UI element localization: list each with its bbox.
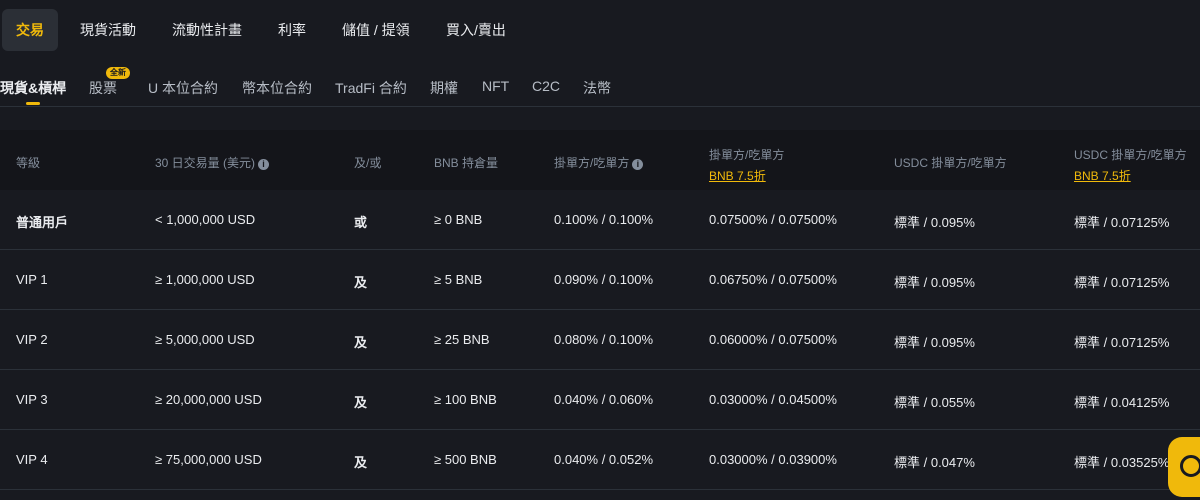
bnb-discount-link[interactable]: BNB 7.5折 — [709, 167, 784, 184]
cell-and-or: 及 — [354, 455, 368, 470]
cell-usdc-maker-taker-bnb: 標準 / 0.07125% — [1074, 335, 1170, 350]
subtab-nft[interactable]: NFT — [482, 78, 509, 94]
cell-volume: ≥ 1,000,000 USD — [155, 272, 255, 287]
cell-maker-taker-bnb: 0.03000% / 0.03900% — [709, 452, 837, 467]
cell-maker-taker: 0.040% / 0.060% — [554, 392, 654, 407]
page: 交易 現貨活動 流動性計畫 利率 儲值 / 提領 買入/賣出 現貨&槓桿 股票 … — [0, 0, 1200, 500]
header-usdc-maker-taker-bnb: USDC 掛單方/吃單方 BNB 7.5折 — [1074, 146, 1187, 184]
cell-usdc-maker-taker-bnb: 標準 / 0.07125% — [1074, 275, 1170, 290]
subtab-usdm-futures[interactable]: U 本位合約 — [148, 78, 218, 98]
headset-icon — [1180, 455, 1200, 477]
header-level: 等級 — [16, 156, 41, 170]
cell-volume: < 1,000,000 USD — [155, 212, 256, 227]
cell-level: VIP 3 — [16, 392, 48, 407]
table-row: VIP 3 ≥ 20,000,000 USD 及 ≥ 100 BNB 0.040… — [0, 370, 1200, 430]
cell-bnb-holding: ≥ 25 BNB — [434, 332, 490, 347]
table-row: VIP 2 ≥ 5,000,000 USD 及 ≥ 25 BNB 0.080% … — [0, 310, 1200, 370]
subtab-stocks[interactable]: 股票 — [89, 78, 117, 98]
cell-level: VIP 2 — [16, 332, 48, 347]
cell-maker-taker-bnb: 0.06000% / 0.07500% — [709, 332, 837, 347]
tab-interest-rate[interactable]: 利率 — [278, 9, 306, 51]
cell-usdc-maker-taker: 標準 / 0.055% — [894, 395, 975, 410]
table-row: VIP 1 ≥ 1,000,000 USD 及 ≥ 5 BNB 0.090% /… — [0, 250, 1200, 310]
cell-maker-taker-bnb: 0.07500% / 0.07500% — [709, 212, 837, 227]
info-icon[interactable]: i — [258, 159, 270, 170]
header-volume-label: 30 日交易量 (美元) — [155, 156, 256, 170]
tab-liquidity-program[interactable]: 流動性計畫 — [172, 9, 242, 51]
cell-level: VIP 1 — [16, 272, 48, 287]
cell-usdc-maker-taker-bnb: 標準 / 0.07125% — [1074, 215, 1170, 230]
cell-volume: ≥ 75,000,000 USD — [155, 452, 262, 467]
cell-bnb-holding: ≥ 0 BNB — [434, 212, 483, 227]
sub-tabs: 現貨&槓桿 股票 全新 U 本位合約 幣本位合約 TradFi 合約 期權 NF… — [0, 62, 1200, 107]
cell-maker-taker: 0.080% / 0.100% — [554, 332, 654, 347]
support-button[interactable] — [1168, 437, 1200, 497]
cell-usdc-maker-taker: 標準 / 0.095% — [894, 335, 975, 350]
table-row: 普通用戶 < 1,000,000 USD 或 ≥ 0 BNB 0.100% / … — [0, 190, 1200, 250]
header-bnb-holding: BNB 持倉量 — [434, 156, 499, 170]
cell-usdc-maker-taker-bnb: 標準 / 0.03525% — [1074, 455, 1170, 470]
cell-bnb-holding: ≥ 500 BNB — [434, 452, 497, 467]
header-usdc-maker-taker: USDC 掛單方/吃單方 — [894, 156, 1007, 170]
header-volume: 30 日交易量 (美元) i — [155, 154, 270, 171]
tab-spot-events[interactable]: 現貨活動 — [80, 9, 136, 51]
header-maker-taker-bnb: 掛單方/吃單方 BNB 7.5折 — [709, 146, 784, 184]
active-tab-indicator — [26, 102, 40, 105]
cell-volume: ≥ 20,000,000 USD — [155, 392, 262, 407]
cell-and-or: 及 — [354, 275, 368, 290]
tab-trading[interactable]: 交易 — [2, 9, 58, 51]
cell-and-or: 或 — [354, 215, 368, 230]
cell-maker-taker: 0.040% / 0.052% — [554, 452, 654, 467]
tab-deposit-withdraw[interactable]: 儲值 / 提領 — [342, 9, 410, 51]
subtab-c2c[interactable]: C2C — [532, 78, 560, 94]
cell-level: 普通用戶 — [16, 215, 69, 230]
subtab-tradfi-futures[interactable]: TradFi 合約 — [335, 78, 407, 98]
header-and-or: 及/或 — [354, 156, 382, 170]
cell-level: VIP 4 — [16, 452, 48, 467]
cell-maker-taker-bnb: 0.03000% / 0.04500% — [709, 392, 837, 407]
subtab-options[interactable]: 期權 — [430, 78, 458, 98]
table-header: 等級 30 日交易量 (美元) i 及/或 BNB 持倉量 掛單方/吃單方 i 掛單… — [0, 130, 1200, 190]
cell-bnb-holding: ≥ 5 BNB — [434, 272, 483, 287]
header-usdc-maker-taker-bnb-label: USDC 掛單方/吃單方 — [1074, 148, 1187, 162]
cell-usdc-maker-taker: 標準 / 0.047% — [894, 455, 975, 470]
cell-and-or: 及 — [354, 395, 368, 410]
header-maker-taker-label: 掛單方/吃單方 — [554, 156, 630, 170]
cell-maker-taker: 0.100% / 0.100% — [554, 212, 654, 227]
cell-maker-taker-bnb: 0.06750% / 0.07500% — [709, 272, 837, 287]
cell-maker-taker: 0.090% / 0.100% — [554, 272, 654, 287]
cell-and-or: 及 — [354, 335, 368, 350]
top-tabs: 交易 現貨活動 流動性計畫 利率 儲值 / 提領 買入/賣出 — [0, 0, 1200, 62]
cell-bnb-holding: ≥ 100 BNB — [434, 392, 497, 407]
subtab-fiat[interactable]: 法幣 — [583, 78, 611, 98]
tab-buy-sell[interactable]: 買入/賣出 — [446, 9, 506, 51]
cell-usdc-maker-taker: 標準 / 0.095% — [894, 215, 975, 230]
usdc-bnb-discount-link[interactable]: BNB 7.5折 — [1074, 167, 1187, 184]
header-maker-taker: 掛單方/吃單方 i — [554, 154, 644, 171]
fee-table: 等級 30 日交易量 (美元) i 及/或 BNB 持倉量 掛單方/吃單方 i 掛單… — [0, 130, 1200, 490]
cell-usdc-maker-taker: 標準 / 0.095% — [894, 275, 975, 290]
cell-usdc-maker-taker-bnb: 標準 / 0.04125% — [1074, 395, 1170, 410]
table-row: VIP 4 ≥ 75,000,000 USD 及 ≥ 500 BNB 0.040… — [0, 430, 1200, 490]
subtab-spot-margin[interactable]: 現貨&槓桿 — [0, 78, 66, 98]
subtab-coinm-futures[interactable]: 幣本位合約 — [242, 78, 312, 98]
new-badge: 全新 — [106, 67, 130, 79]
header-maker-taker-bnb-label: 掛單方/吃單方 — [709, 148, 785, 162]
cell-volume: ≥ 5,000,000 USD — [155, 332, 255, 347]
info-icon[interactable]: i — [632, 159, 644, 170]
